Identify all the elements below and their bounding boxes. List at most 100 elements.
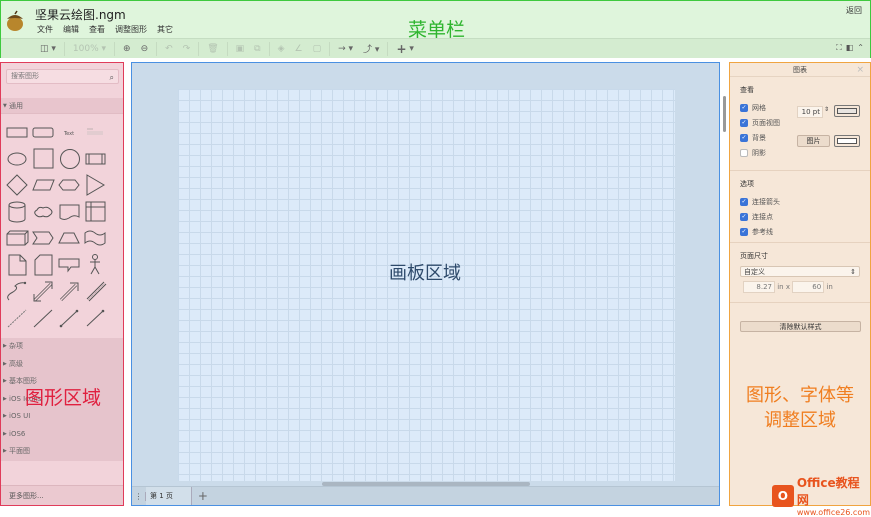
chevron-right-icon: ▶ [3,360,7,367]
shape-trapezoid-icon[interactable] [57,225,83,251]
shape-cylinder-icon[interactable] [5,199,31,225]
shape-textbox-icon[interactable] [83,119,109,145]
add-page-icon[interactable]: + [192,489,214,503]
category-item[interactable]: ▶ 杂项 [1,338,123,356]
shape-square-icon[interactable] [31,146,57,172]
shape-step-icon[interactable] [31,225,57,251]
shape-internal-storage-icon[interactable] [83,199,109,225]
shape-dashed-line-icon[interactable] [5,305,31,331]
close-icon[interactable]: × [856,63,864,77]
page[interactable] [178,89,675,481]
shape-parallelogram-icon[interactable] [31,172,57,198]
background-image-button[interactable]: 图片 [797,135,830,147]
section-general[interactable]: ▼ 通用 [1,98,123,114]
to-back-icon[interactable]: ⧉ [249,44,265,54]
chevron-right-icon: ▶ [3,430,7,437]
page-tab[interactable]: 第 1 页 [146,487,192,505]
category-label: iOS UI [9,412,31,420]
option-checkbox[interactable]: ✓ 连接箭头 [740,194,860,209]
menu-view[interactable]: 查看 [89,24,105,35]
vertical-scrollbar[interactable] [723,96,726,132]
option-checkbox[interactable]: ✓ 连接点 [740,209,860,224]
format-panel-toggle[interactable]: ◫ ▾ [35,44,61,54]
shape-cube-icon[interactable] [5,225,31,251]
shape-note-icon[interactable] [5,252,31,278]
option-checkbox[interactable]: ✓ 参考线 [740,224,860,239]
shape-directional-connector-icon[interactable] [83,305,109,331]
category-item[interactable]: ▶ iOS6 [1,426,123,444]
collapse-icon[interactable]: ⌃ [857,43,864,53]
category-label: 高级 [9,359,23,368]
page-size-select[interactable]: 自定义 ⇕ [740,266,860,277]
shape-curve-icon[interactable] [5,278,31,304]
search-icon[interactable]: ⌕ [110,71,114,84]
watermark-brand: Office教程网 [796,476,860,507]
category-item[interactable]: ▶ iOS UI [1,408,123,426]
view-option-checkbox[interactable]: 阴影 [740,145,860,160]
zoom-select[interactable]: 100% ▾ [68,44,111,54]
toggle-panel-icon[interactable]: ◧ [846,43,854,53]
shape-callout-icon[interactable] [57,252,83,278]
waypoint-style-icon[interactable]: ⤴ ▾ [358,42,384,55]
redo-icon[interactable]: ↷ [178,44,196,54]
category-item[interactable]: ▶ 平面图 [1,443,123,461]
svg-text:Text: Text [63,131,74,137]
search-shapes-input[interactable]: 搜索图形 ⌕ [6,69,119,84]
toolbar: ◫ ▾ 100% ▾ ⊕ ⊖ ↶ ↷ 🗑 ▣ ⧉ ◈ ∠ ▢ → ▾ ⤴ ▾ +… [1,38,870,58]
canvas-area[interactable]: 画板区域 ⋮ 第 1 页 + [131,62,720,506]
page-width-input[interactable]: 8.27 [743,281,775,293]
fill-color-icon[interactable]: ◈ [273,44,290,54]
insert-icon[interactable]: + ▾ [391,42,418,56]
checkbox-label: 网格 [752,103,766,112]
shape-rounded-rectangle-icon[interactable] [31,119,57,145]
to-front-icon[interactable]: ▣ [231,44,250,54]
shape-link-icon[interactable] [83,278,109,304]
line-color-icon[interactable]: ∠ [290,44,308,54]
stepper-icon[interactable]: ⇕ [824,106,829,113]
category-item[interactable]: ▶ 高级 [1,356,123,374]
clear-default-style-button[interactable]: 清除默认样式 [740,321,861,332]
shape-diamond-icon[interactable] [5,172,31,198]
menu-arrange[interactable]: 调整图形 [115,24,147,35]
page-menu-icon[interactable]: ⋮ [132,491,146,501]
fullscreen-icon[interactable]: ⛶ [836,43,842,53]
zoom-out-icon[interactable]: ⊖ [136,44,154,54]
shape-card-icon[interactable] [31,252,57,278]
shape-rectangle-icon[interactable] [5,119,31,145]
menu-file[interactable]: 文件 [37,24,53,35]
checkbox-icon: ✓ [740,133,748,142]
shape-bidirectional-arrow-icon[interactable] [31,278,57,304]
shape-tape-icon[interactable] [83,225,109,251]
undo-icon[interactable]: ↶ [160,44,178,54]
shape-hexagon-icon[interactable] [57,172,83,198]
shape-triangle-icon[interactable] [83,172,109,198]
delete-icon[interactable]: 🗑 [202,44,223,54]
menu-extras[interactable]: 其它 [157,24,173,35]
shape-text-icon[interactable]: Text [57,119,83,145]
document-title: 坚果云绘图.ngm [35,8,126,22]
shape-cloud-icon[interactable] [31,199,57,225]
menu-edit[interactable]: 编辑 [63,24,79,35]
shape-actor-icon[interactable] [83,252,109,278]
grid-color-swatch[interactable] [834,105,860,117]
shape-line-icon[interactable] [31,305,57,331]
checkbox-icon: ✓ [740,212,748,221]
grid-size-input[interactable]: 10 pt [797,106,823,118]
page-height-input[interactable]: 60 [792,281,825,293]
background-color-swatch[interactable] [834,135,860,147]
shape-circle-icon[interactable] [57,146,83,172]
zoom-in-icon[interactable]: ⊕ [118,44,136,54]
shadow-icon[interactable]: ▢ [308,44,327,54]
shape-document-icon[interactable] [57,199,83,225]
connection-style-icon[interactable]: → ▾ [333,44,358,54]
more-shapes-link[interactable]: 更多图形... [1,485,123,505]
checkbox-icon [740,148,748,157]
shape-process-icon[interactable] [83,146,109,172]
annotation-line-2: 调整区域 [764,410,836,431]
shape-ellipse-icon[interactable] [5,146,31,172]
shape-arrow-icon[interactable] [57,278,83,304]
back-button[interactable]: 返回 [846,5,862,16]
unit-label: in [826,283,833,291]
shape-bidirectional-connector-icon[interactable] [57,305,83,331]
page-size-heading: 页面尺寸 [740,252,768,260]
